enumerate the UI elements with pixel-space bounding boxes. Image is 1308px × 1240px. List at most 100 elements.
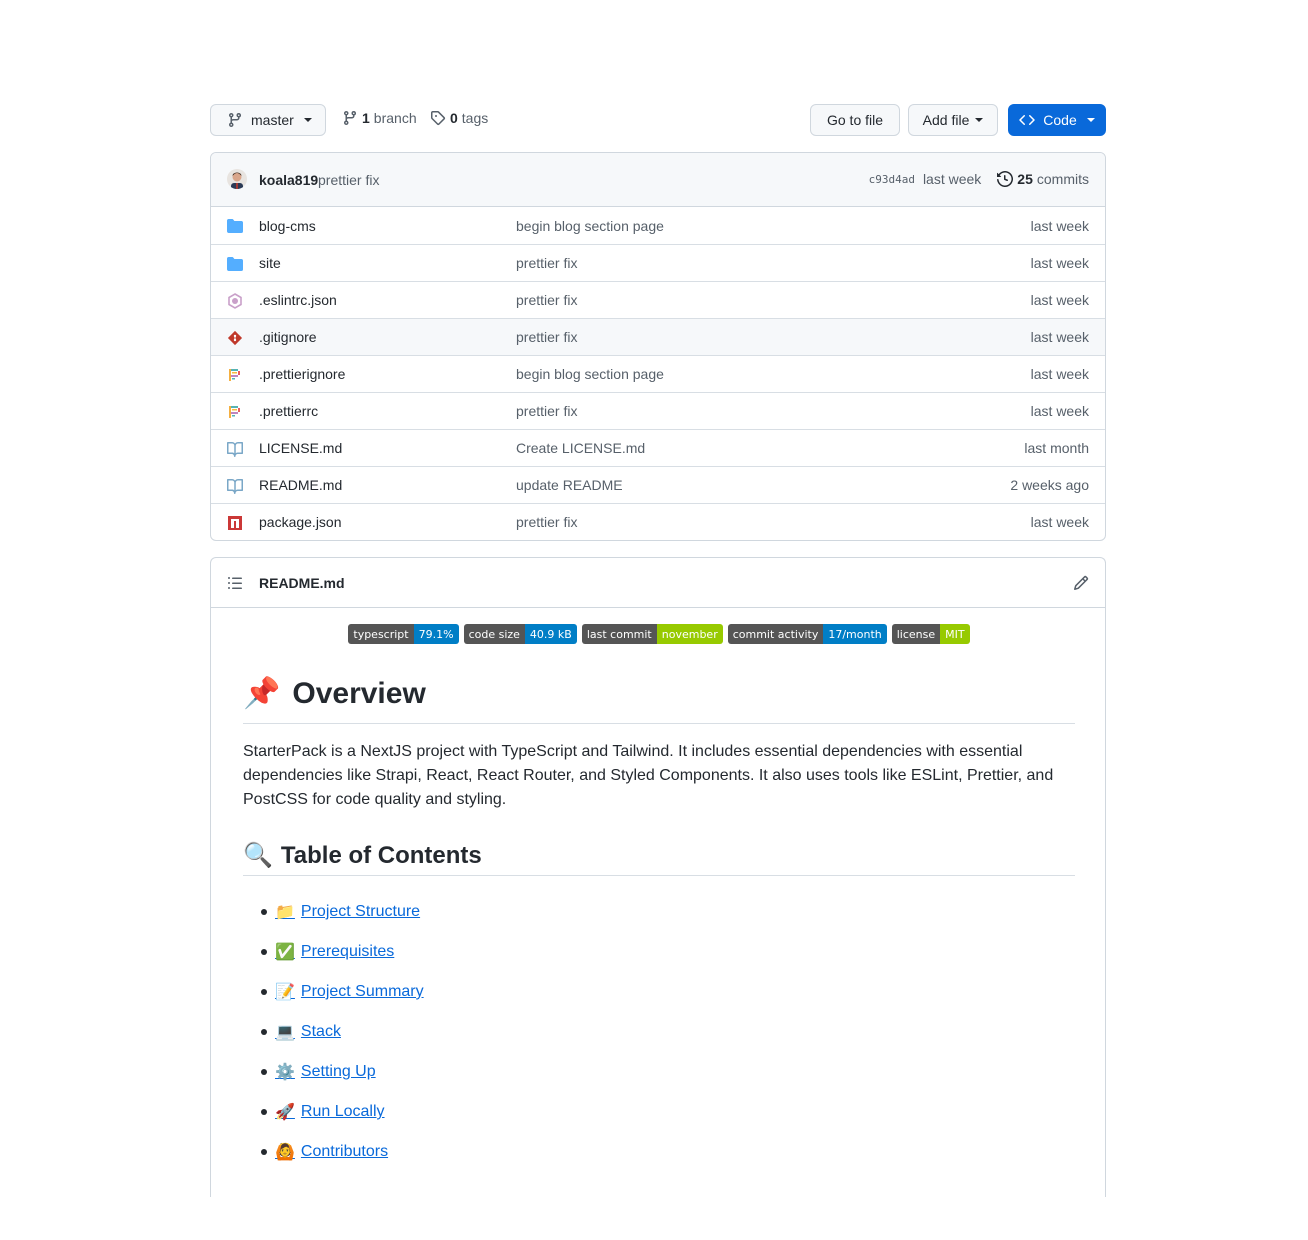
- file-row[interactable]: .gitignore prettier fix last week: [211, 318, 1105, 355]
- toc-item: 🚀 Run Locally: [261, 1092, 1075, 1132]
- branch-select-button[interactable]: master: [210, 104, 326, 136]
- commit-author[interactable]: koala819: [259, 172, 318, 188]
- go-to-file-label: Go to file: [826, 112, 884, 128]
- file-list: blog-cms begin blog section page last week…: [211, 207, 1105, 540]
- toc-emoji-icon: ⚙️: [275, 1064, 295, 1081]
- file-commit-age: last month: [1024, 440, 1089, 456]
- file-name-link[interactable]: .gitignore: [259, 329, 317, 345]
- file-name-link[interactable]: .eslintrc.json: [259, 292, 337, 308]
- commits-count: 25: [1017, 171, 1033, 187]
- toc-link-label: Contributors: [300, 1143, 389, 1160]
- toc-link[interactable]: ✅ Prerequisites: [275, 942, 394, 962]
- toc-item: 💻 Stack: [261, 1012, 1075, 1052]
- add-file-button[interactable]: Add file: [908, 104, 998, 136]
- file-row[interactable]: .eslintrc.json prettier fix last week: [211, 281, 1105, 318]
- git-branch-icon: [344, 110, 356, 126]
- toc-link[interactable]: ⚙️ Setting Up: [275, 1062, 376, 1082]
- branches-count: 1: [362, 110, 370, 126]
- magnifier-icon: 🔍: [243, 842, 273, 869]
- file-row[interactable]: package.json prettier fix last week: [211, 503, 1105, 540]
- toc-item: 📝 Project Summary: [261, 972, 1075, 1012]
- book-icon: [227, 478, 243, 494]
- file-commit-message-link[interactable]: begin blog section page: [516, 366, 664, 382]
- toc-emoji-icon: ✅: [275, 944, 295, 961]
- file-row[interactable]: LICENSE.md Create LICENSE.md last month: [211, 429, 1105, 466]
- file-row[interactable]: blog-cms begin blog section page last week: [211, 207, 1105, 244]
- toc-item: 📁 Project Structure: [261, 892, 1075, 932]
- shield-badge[interactable]: license MIT: [891, 624, 970, 644]
- file-commit-message-link[interactable]: prettier fix: [516, 255, 577, 271]
- file-name-link[interactable]: site: [259, 255, 281, 271]
- file-commit-message-link[interactable]: begin blog section page: [516, 218, 664, 234]
- tags-count: 0: [450, 110, 458, 126]
- go-to-file-button[interactable]: Go to file: [810, 104, 900, 136]
- overview-heading: 📌 Overview: [243, 668, 1075, 724]
- file-name-link[interactable]: package.json: [259, 514, 342, 530]
- badge-value: MIT: [940, 624, 970, 644]
- badge-value: november: [656, 624, 723, 644]
- file-name-link[interactable]: .prettierrc: [259, 403, 318, 419]
- branch-name: master: [251, 112, 294, 128]
- prettier-icon: [227, 404, 243, 420]
- badge-value: 79.1%: [413, 624, 459, 644]
- file-row[interactable]: .prettierignore begin blog section page la…: [211, 355, 1105, 392]
- file-commit-message-link[interactable]: prettier fix: [516, 292, 577, 308]
- file-row[interactable]: site prettier fix last week: [211, 244, 1105, 281]
- badge-label: typescript: [348, 624, 414, 644]
- file-commit-age: last week: [1030, 366, 1089, 382]
- branches-label: branch: [373, 110, 417, 126]
- file-name-link[interactable]: README.md: [259, 477, 342, 493]
- file-commit-message-link[interactable]: prettier fix: [516, 403, 577, 419]
- commit-sha[interactable]: c93d4ad: [869, 173, 915, 186]
- file-row[interactable]: .prettierrc prettier fix last week: [211, 392, 1105, 429]
- shield-badge[interactable]: code size 40.9 kB: [463, 624, 577, 644]
- file-name-link[interactable]: .prettierignore: [259, 366, 345, 382]
- npm-icon: [227, 515, 243, 531]
- branches-link[interactable]: 1 branch: [342, 110, 417, 126]
- overview-heading-text: Overview: [292, 676, 426, 710]
- toc-link[interactable]: 🙆 Contributors: [275, 1142, 388, 1162]
- file-commit-age: last week: [1030, 217, 1089, 234]
- tag-icon: [431, 111, 446, 126]
- shield-badge[interactable]: commit activity 17/month: [727, 624, 887, 644]
- shield-badge[interactable]: last commit november: [581, 624, 723, 644]
- toc-link[interactable]: 💻 Stack: [275, 1022, 341, 1042]
- code-icon: [1019, 115, 1036, 125]
- toc-link[interactable]: 📝 Project Summary: [275, 982, 424, 1002]
- toc-emoji-icon: 📝: [275, 984, 295, 1001]
- file-name-link[interactable]: LICENSE.md: [259, 440, 342, 456]
- toc-heading-text: Table of Contents: [280, 841, 482, 869]
- code-button[interactable]: Code: [1008, 104, 1106, 136]
- git-icon: [227, 330, 243, 346]
- file-browser: koala819 prettier fix c93d4ad last week …: [210, 152, 1106, 541]
- file-commit-message-link[interactable]: prettier fix: [516, 514, 577, 530]
- history-icon: [997, 171, 1014, 187]
- avatar[interactable]: [227, 169, 247, 189]
- toc-item: ✅ Prerequisites: [261, 932, 1075, 972]
- toc-item: 🙆 Contributors: [261, 1132, 1075, 1172]
- toc-heading: 🔍 Table of Contents: [243, 836, 1075, 876]
- file-commit-age: last week: [1030, 514, 1089, 530]
- file-commit-age: last week: [1030, 403, 1089, 419]
- tags-link[interactable]: 0 tags: [430, 110, 488, 126]
- tags-label: tags: [461, 110, 489, 126]
- readme-filename[interactable]: README.md: [259, 575, 345, 591]
- commits-link[interactable]: 25 commits: [997, 171, 1089, 187]
- file-commit-message-link[interactable]: update README: [516, 477, 623, 493]
- file-commit-message-link[interactable]: prettier fix: [516, 329, 577, 345]
- git-branch-icon: [229, 112, 241, 128]
- shield-badge[interactable]: typescript 79.1%: [348, 624, 459, 644]
- toc-link[interactable]: 🚀 Run Locally: [275, 1102, 385, 1122]
- commit-message[interactable]: prettier fix: [318, 172, 379, 188]
- file-row[interactable]: README.md update README 2 weeks ago: [211, 466, 1105, 503]
- overview-paragraph: StarterPack is a NextJS project with Typ…: [243, 743, 1054, 808]
- toc-link[interactable]: 📁 Project Structure: [275, 902, 420, 922]
- chevron-down-icon: [303, 118, 312, 122]
- toc-emoji-icon: 🚀: [275, 1104, 295, 1121]
- pencil-icon[interactable]: [1073, 575, 1089, 591]
- badge-label: commit activity: [727, 624, 824, 644]
- file-commit-message-link[interactable]: Create LICENSE.md: [516, 440, 645, 456]
- file-commit-age: last week: [1030, 329, 1089, 345]
- list-unordered-icon[interactable]: [227, 575, 243, 591]
- file-name-link[interactable]: blog-cms: [259, 218, 316, 234]
